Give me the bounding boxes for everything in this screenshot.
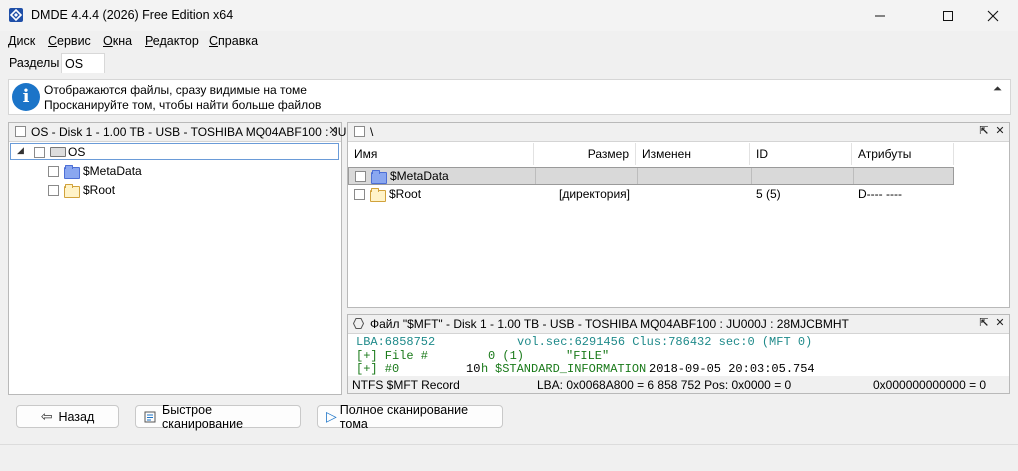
tab-bar: Разделы OS bbox=[0, 51, 1018, 73]
column-modified[interactable]: Изменен bbox=[636, 143, 750, 165]
expand-file-list-icon[interactable]: ⇱ bbox=[978, 125, 990, 137]
info-icon: i bbox=[12, 83, 40, 111]
record-location: vol.sec:6291456 Clus:786432 sec:0 (MFT 0… bbox=[517, 335, 813, 349]
row-name: $MetaData bbox=[390, 169, 449, 183]
close-window-button[interactable] bbox=[970, 0, 1016, 31]
menu-windows[interactable]: Окна bbox=[103, 34, 132, 48]
record-attr-name: $STANDARD_INFORMATION bbox=[495, 362, 647, 376]
row-checkbox[interactable] bbox=[355, 171, 366, 182]
record-header-title: Файл "$MFT" - Disk 1 - 1.00 TB - USB - T… bbox=[370, 317, 849, 331]
tab-partitions[interactable]: Разделы bbox=[6, 53, 62, 73]
quick-scan-label: Быстрое сканирование bbox=[162, 402, 244, 431]
file-list-header: \ ⇱ ✕ bbox=[348, 123, 1009, 142]
info-bar: i Отображаются файлы, сразу видимые на т… bbox=[8, 79, 1011, 115]
collapse-info-icon[interactable]: ⏶ bbox=[993, 83, 1002, 96]
folder-blue-icon bbox=[64, 165, 80, 179]
folder-yellow-icon bbox=[370, 188, 386, 202]
tree-header-checkbox[interactable] bbox=[15, 126, 26, 137]
record-content[interactable]: LBA:6858752 vol.sec:6291456 Clus:786432 … bbox=[348, 334, 993, 376]
tree-root-label: $Root bbox=[83, 183, 116, 197]
tree-node-root[interactable]: $Root bbox=[9, 181, 329, 199]
cell-divider bbox=[535, 168, 536, 184]
record-attr-offset-suffix: h bbox=[481, 362, 489, 376]
record-attr-expander[interactable]: [+] #0 bbox=[356, 362, 399, 376]
tree-metadata-checkbox[interactable] bbox=[48, 166, 59, 177]
tree-expander-icon[interactable]: ◢ bbox=[17, 145, 24, 156]
back-button[interactable]: ⇦ Назад bbox=[16, 405, 119, 428]
record-signature: "FILE" bbox=[566, 349, 610, 363]
close-file-list-icon[interactable]: ✕ bbox=[994, 125, 1006, 137]
record-type: NTFS $MFT Record bbox=[352, 378, 460, 392]
maximize-button[interactable] bbox=[925, 0, 971, 31]
record-file-number: 0 (1) bbox=[488, 349, 525, 363]
menu-service[interactable]: Сервис bbox=[48, 34, 91, 48]
tree-header-title: OS - Disk 1 - 1.00 TB - USB - TOSHIBA MQ… bbox=[31, 125, 357, 139]
column-size[interactable]: Размер bbox=[534, 143, 636, 165]
title-bar[interactable]: DMDE 4.4.4 (2026) Free Edition x64 bbox=[0, 0, 1018, 31]
folder-blue-icon bbox=[371, 170, 387, 184]
back-arrow-icon: ⇦ bbox=[40, 408, 53, 424]
file-list-columns: Имя Размер Изменен ID Атрибуты bbox=[348, 143, 954, 165]
drive-icon bbox=[50, 147, 66, 157]
cell-divider bbox=[751, 168, 752, 184]
column-attributes[interactable]: Атрибуты bbox=[852, 143, 954, 165]
file-list-panel: \ ⇱ ✕ Имя Размер Изменен ID Атрибуты $Me… bbox=[347, 122, 1010, 308]
tree-root-checkbox[interactable] bbox=[48, 185, 59, 196]
record-file-expander[interactable]: [+] File # bbox=[356, 349, 428, 363]
bottom-divider bbox=[0, 444, 1018, 445]
mft-record-panel: Файл "$MFT" - Disk 1 - 1.00 TB - USB - T… bbox=[347, 314, 1010, 394]
file-list-header-checkbox[interactable] bbox=[354, 126, 365, 137]
menu-bar: Диск Сервис Окна Редактор Справка bbox=[0, 31, 1018, 51]
record-lba-status: LBA: 0x0068A800 = 6 858 752 Pos: 0x0000 … bbox=[537, 378, 792, 392]
minimize-button[interactable] bbox=[857, 0, 903, 31]
menu-help[interactable]: Справка bbox=[209, 34, 258, 48]
play-icon: ▷ bbox=[326, 408, 337, 424]
folder-yellow-icon bbox=[64, 184, 80, 198]
tree-panel-header: OS - Disk 1 - 1.00 TB - USB - TOSHIBA MQ… bbox=[9, 123, 356, 142]
tab-os[interactable]: OS bbox=[61, 53, 105, 73]
window-title: DMDE 4.4.4 (2026) Free Edition x64 bbox=[31, 8, 234, 22]
tree-os-label: OS bbox=[68, 145, 86, 159]
cell-divider bbox=[853, 168, 854, 184]
record-status-bar: NTFS $MFT Record LBA: 0x0068A800 = 6 858… bbox=[348, 376, 1009, 393]
cell-divider bbox=[637, 168, 638, 184]
full-scan-button[interactable]: ▷ Полное сканирование тома bbox=[317, 402, 503, 431]
table-row[interactable]: $MetaData bbox=[348, 167, 954, 185]
tree-metadata-label: $MetaData bbox=[83, 164, 142, 178]
tree-node-metadata[interactable]: $MetaData bbox=[9, 162, 329, 180]
close-record-icon[interactable]: ✕ bbox=[994, 317, 1006, 329]
app-logo-icon bbox=[8, 7, 24, 23]
menu-editor[interactable]: Редактор bbox=[145, 34, 199, 48]
expand-record-icon[interactable]: ⇱ bbox=[978, 317, 990, 329]
row-id: 5 (5) bbox=[756, 187, 781, 201]
info-line-1: Отображаются файлы, сразу видимые на том… bbox=[44, 83, 307, 97]
full-scan-label: Полное сканирование тома bbox=[339, 402, 469, 431]
record-attr-timestamp: 2018-09-05 20:03:05.754 bbox=[649, 362, 815, 376]
quick-scan-button[interactable]: Быстрое сканирование bbox=[135, 402, 301, 431]
info-line-2: Просканируйте том, чтобы найти больше фа… bbox=[44, 98, 322, 112]
record-lba: LBA:6858752 bbox=[356, 335, 436, 349]
record-panel-header: Файл "$MFT" - Disk 1 - 1.00 TB - USB - T… bbox=[348, 315, 1009, 334]
row-attributes: D---- ---- bbox=[858, 187, 902, 201]
record-attr-offset: 10 bbox=[466, 362, 481, 376]
volume-tree-panel: OS - Disk 1 - 1.00 TB - USB - TOSHIBA MQ… bbox=[8, 122, 356, 395]
file-list-path: \ bbox=[370, 125, 374, 139]
tree-os-checkbox[interactable] bbox=[34, 147, 45, 158]
menu-disk[interactable]: Диск bbox=[8, 34, 35, 48]
column-name[interactable]: Имя bbox=[348, 143, 534, 165]
hex-view-icon bbox=[352, 318, 365, 329]
close-tree-icon[interactable]: ✕ bbox=[327, 125, 339, 137]
column-id[interactable]: ID bbox=[750, 143, 852, 165]
row-checkbox[interactable] bbox=[354, 189, 365, 200]
scan-icon bbox=[144, 411, 156, 423]
tree-node-os[interactable]: ◢ OS bbox=[10, 143, 339, 160]
table-row[interactable]: $Root [директория] 5 (5) D---- ---- bbox=[348, 186, 954, 204]
back-button-label: Назад bbox=[58, 409, 95, 424]
row-size: [директория] bbox=[558, 187, 630, 201]
row-name: $Root bbox=[389, 187, 422, 201]
record-value-status: 0x000000000000 = 0 bbox=[873, 378, 987, 392]
